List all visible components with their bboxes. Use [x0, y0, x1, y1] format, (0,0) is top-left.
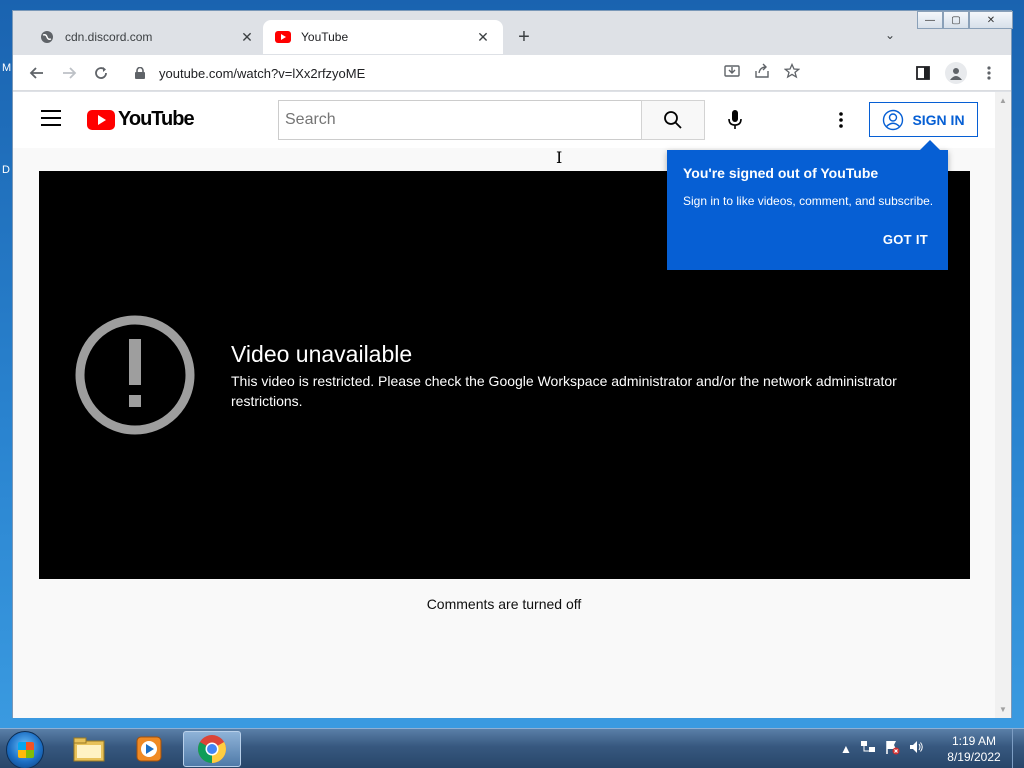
page-scrollbar[interactable]: ▲ ▼	[995, 92, 1011, 718]
desktop-label: D	[2, 164, 10, 176]
system-tray: ▲	[840, 739, 924, 758]
address-text: youtube.com/watch?v=lXx2rfzyoME	[159, 65, 366, 81]
back-icon[interactable]	[27, 63, 47, 83]
share-icon[interactable]	[754, 63, 770, 82]
clock-time: 1:19 AM	[951, 734, 997, 748]
show-hidden-icons-icon[interactable]: ▲	[840, 742, 852, 756]
scroll-up-icon[interactable]: ▲	[999, 96, 1007, 105]
action-center-flag-icon[interactable]	[884, 739, 900, 758]
youtube-header: YouTube SIGN IN	[13, 92, 995, 148]
error-title: Video unavailable	[231, 341, 413, 367]
comments-status: Comments are turned off	[426, 596, 582, 612]
profile-icon[interactable]	[945, 62, 967, 84]
close-tab-icon[interactable]: ✕	[475, 29, 491, 45]
youtube-logo[interactable]: YouTube	[87, 108, 195, 131]
install-icon[interactable]	[724, 63, 740, 82]
globe-icon	[39, 29, 55, 45]
tooltip-title: You're signed out of YouTube	[683, 165, 879, 181]
browser-toolbar: youtube.com/watch?v=lXx2rfzyoME	[13, 55, 1011, 91]
search-box[interactable]	[278, 100, 642, 140]
signed-out-tooltip: You're signed out of YouTube Sign in to …	[667, 140, 948, 270]
tab-strip: cdn.discord.com ✕ YouTube ✕ + ⌄ — ▢ ✕	[13, 11, 1013, 55]
settings-menu-button[interactable]	[829, 108, 853, 132]
hamburger-menu-icon[interactable]	[41, 110, 61, 126]
volume-icon[interactable]	[908, 739, 924, 758]
got-it-button[interactable]: GOT IT	[883, 232, 928, 247]
start-button[interactable]	[6, 731, 44, 768]
new-tab-button[interactable]: +	[513, 26, 535, 48]
error-exclamation-icon	[75, 315, 195, 435]
tab-discord[interactable]: cdn.discord.com ✕	[27, 20, 267, 54]
minimize-button[interactable]: —	[917, 11, 943, 29]
tooltip-body: Sign in to like videos, comment, and sub…	[683, 194, 934, 208]
side-panel-icon[interactable]	[913, 63, 933, 83]
close-tab-icon[interactable]: ✕	[239, 29, 255, 45]
browser-menu-icon[interactable]	[979, 63, 999, 83]
youtube-play-logo-icon	[87, 109, 115, 130]
tab-search-icon[interactable]: ⌄	[885, 28, 895, 42]
show-desktop-button[interactable]	[1012, 729, 1024, 768]
clock-date: 8/19/2022	[947, 750, 1001, 764]
file-explorer-icon[interactable]	[60, 731, 118, 767]
search-icon	[664, 111, 682, 129]
page-viewport: YouTube SIGN IN	[13, 92, 995, 718]
tab-youtube[interactable]: YouTube ✕	[263, 20, 503, 54]
search-input[interactable]	[285, 111, 642, 129]
maximize-button[interactable]: ▢	[943, 11, 969, 29]
window-controls: — ▢ ✕	[917, 11, 1013, 29]
sign-in-label: SIGN IN	[912, 111, 965, 128]
search-button[interactable]	[641, 100, 705, 140]
youtube-favicon	[275, 29, 291, 45]
text-cursor-icon: I	[556, 148, 563, 167]
error-message: This video is restricted. Please check t…	[231, 373, 897, 409]
reload-icon[interactable]	[91, 63, 111, 83]
network-icon[interactable]	[860, 739, 876, 758]
taskbar: ▲ 1:19 AM 8/19/2022	[0, 728, 1024, 768]
media-player-icon[interactable]	[120, 731, 178, 767]
scroll-down-icon[interactable]: ▼	[999, 705, 1007, 714]
account-circle-icon	[883, 109, 904, 130]
system-clock[interactable]: 1:19 AM 8/19/2022	[940, 733, 1008, 765]
forward-icon[interactable]	[59, 63, 79, 83]
browser-window: cdn.discord.com ✕ YouTube ✕ + ⌄ — ▢ ✕ yo…	[12, 10, 1013, 718]
close-window-button[interactable]: ✕	[969, 11, 1013, 29]
youtube-wordmark: YouTube	[118, 108, 195, 130]
voice-search-button[interactable]	[719, 104, 751, 136]
microphone-icon	[728, 110, 742, 129]
desktop-label: M	[2, 62, 12, 74]
lock-icon[interactable]	[135, 67, 149, 79]
chrome-icon[interactable]	[183, 731, 241, 767]
sign-in-button[interactable]: SIGN IN	[869, 102, 978, 137]
address-bar-actions	[724, 62, 801, 82]
tab-title: YouTube	[301, 30, 349, 44]
address-bar[interactable]: youtube.com/watch?v=lXx2rfzyoME	[125, 59, 810, 87]
bookmark-star-icon[interactable]	[783, 62, 801, 82]
tab-title: cdn.discord.com	[65, 30, 153, 44]
more-vertical-icon	[839, 112, 843, 128]
